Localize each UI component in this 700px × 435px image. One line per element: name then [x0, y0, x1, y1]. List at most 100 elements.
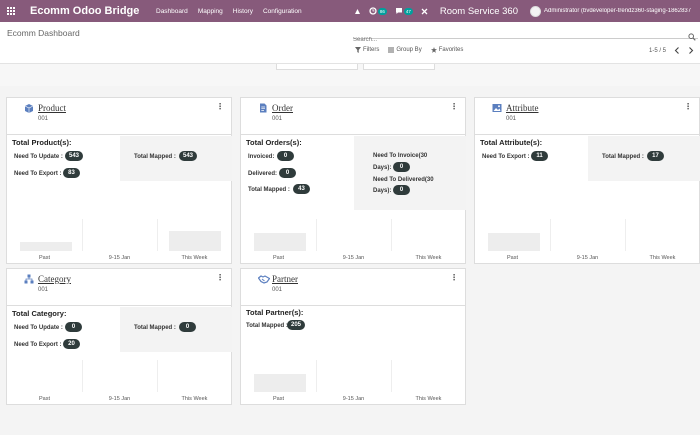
axis-label-past: Past	[38, 396, 50, 402]
total-mapped-label: Total Mapped :	[248, 187, 290, 193]
need-export-badge[interactable]: 20	[63, 339, 80, 349]
kebab-menu-icon[interactable]: ⋮	[216, 273, 224, 282]
product-icon	[24, 104, 34, 113]
handshake-icon	[258, 275, 270, 284]
need-export-badge[interactable]: 11	[531, 151, 548, 161]
total-mapped-badge[interactable]: 205	[287, 320, 306, 330]
favorites-label: Favorites	[438, 47, 464, 53]
filters-button[interactable]: Filters	[355, 47, 379, 53]
search-options: Filters Group By Favorites	[355, 47, 463, 53]
total-label: Total Partner(s):	[246, 308, 304, 317]
pager-value[interactable]: 1-5 / 5	[649, 48, 666, 54]
menu-dashboard[interactable]: Dashboard	[156, 8, 188, 15]
total-label: Total Category:	[12, 309, 67, 318]
axis-label-range: 9-15 Jan	[108, 396, 131, 402]
chart-bar	[254, 374, 306, 392]
invoiced-badge[interactable]: 0	[277, 151, 294, 161]
order-card: Order 001 ⋮ Total Orders(s): Invoiced: 0…	[240, 97, 466, 264]
total-mapped-label: Total Mapped :	[134, 325, 176, 331]
chart-bar	[169, 231, 221, 251]
axis-label-past: Past	[38, 255, 50, 261]
user-menu[interactable]: Administrator (bvdeveloper-trendz360-sta…	[544, 8, 700, 14]
app-brand[interactable]: Ecomm Odoo Bridge	[30, 5, 148, 17]
axis-label-this-week: This Week	[181, 255, 208, 261]
axis-label-this-week: This Week	[649, 255, 676, 261]
pending-panel	[354, 136, 466, 210]
need-update-badge[interactable]: 543	[65, 151, 84, 161]
need-update-badge[interactable]: 0	[65, 322, 82, 332]
activity-chart: Past 9-15 Jan This Week	[7, 360, 231, 404]
card-title[interactable]: Attribute	[506, 103, 539, 113]
total-label: Total Product(s):	[12, 138, 72, 147]
favorites-button[interactable]: Favorites	[430, 47, 464, 53]
total-mapped-badge[interactable]: 543	[179, 151, 198, 161]
menu-mapping[interactable]: Mapping	[198, 8, 223, 15]
need-delivered-badge[interactable]: 0	[393, 185, 410, 195]
sitemap-icon	[24, 274, 34, 284]
activity-chart: Past 9-15 Jan This Week	[241, 219, 465, 263]
activity-count-badge: 86	[377, 7, 387, 15]
category-card: Category 001 ⋮ Total Category: Need To U…	[6, 268, 232, 405]
chart-divider	[316, 360, 317, 392]
dashboard-toggle-right[interactable]	[363, 64, 435, 70]
need-update-label: Need To Update :	[14, 154, 63, 160]
chevron-left-icon[interactable]	[674, 47, 680, 54]
need-invoice-label: Need To Invoice(30	[373, 153, 428, 159]
chart-divider	[625, 219, 626, 251]
need-invoice-label-days: Days):	[373, 165, 392, 171]
activity-chart: Past 9-15 Jan This Week	[241, 360, 465, 404]
card-code: 001	[272, 116, 283, 122]
card-title[interactable]: Product	[38, 103, 66, 113]
card-title[interactable]: Order	[272, 103, 293, 113]
need-invoice-badge[interactable]: 0	[393, 162, 410, 172]
control-panel: Ecomm Dashboard Filters Group By Favorit…	[0, 22, 700, 64]
activity-menu[interactable]: 86	[369, 7, 387, 15]
total-mapped-badge[interactable]: 17	[647, 151, 664, 161]
card-header: Attribute 001 ⋮	[475, 98, 699, 135]
search-input[interactable]	[353, 37, 683, 43]
axis-label-this-week: This Week	[181, 396, 208, 402]
company-switcher[interactable]: Room Service 360	[440, 6, 518, 17]
chart-divider	[82, 219, 83, 251]
card-code: 001	[38, 287, 49, 293]
total-mapped-badge[interactable]: 0	[179, 322, 196, 332]
total-mapped-label: Total Mapped :	[134, 154, 176, 160]
chart-bar	[254, 233, 306, 251]
need-export-label: Need To Export :	[482, 154, 530, 160]
user-avatar[interactable]	[530, 5, 541, 17]
dashboard-toggle-left[interactable]	[276, 64, 358, 70]
menu-history[interactable]: History	[233, 8, 253, 15]
activity-chart: Past 9-15 Jan This Week	[475, 219, 699, 263]
kebab-menu-icon[interactable]: ⋮	[684, 102, 692, 111]
total-mapped-label: Total Mapped :	[246, 323, 288, 329]
need-export-label: Need To Export :	[14, 171, 62, 177]
chart-divider	[157, 360, 158, 392]
group-by-button[interactable]: Group By	[388, 47, 422, 53]
need-export-badge[interactable]: 83	[63, 168, 80, 178]
kebab-menu-icon[interactable]: ⋮	[450, 102, 458, 111]
apps-grid-icon[interactable]	[0, 0, 22, 22]
filter-icon	[355, 47, 361, 53]
card-header: Order 001 ⋮	[241, 98, 465, 135]
kebab-menu-icon[interactable]: ⋮	[216, 102, 224, 111]
chart-bar	[488, 233, 540, 251]
menu-configuration[interactable]: Configuration	[263, 8, 302, 15]
delivered-badge[interactable]: 0	[279, 168, 296, 178]
messaging-menu[interactable]: 47	[395, 7, 413, 15]
bug-icon[interactable]	[354, 8, 361, 15]
axis-label-range: 9-15 Jan	[108, 255, 131, 261]
card-header: Partner 001 ⋮	[241, 269, 465, 306]
search-icon[interactable]	[688, 28, 698, 41]
chart-divider	[82, 360, 83, 392]
axis-label-range: 9-15 Jan	[342, 396, 365, 402]
close-icon[interactable]	[421, 8, 428, 15]
breadcrumb: Ecomm Dashboard	[7, 28, 80, 38]
card-title[interactable]: Category	[38, 274, 71, 284]
kebab-menu-icon[interactable]: ⋮	[450, 273, 458, 282]
main-menu: Dashboard Mapping History Configuration	[156, 8, 302, 15]
chart-divider	[550, 219, 551, 251]
card-title[interactable]: Partner	[272, 274, 298, 284]
messages-count-badge: 47	[403, 7, 413, 15]
chevron-right-icon[interactable]	[688, 47, 694, 54]
total-mapped-badge[interactable]: 43	[293, 184, 310, 194]
